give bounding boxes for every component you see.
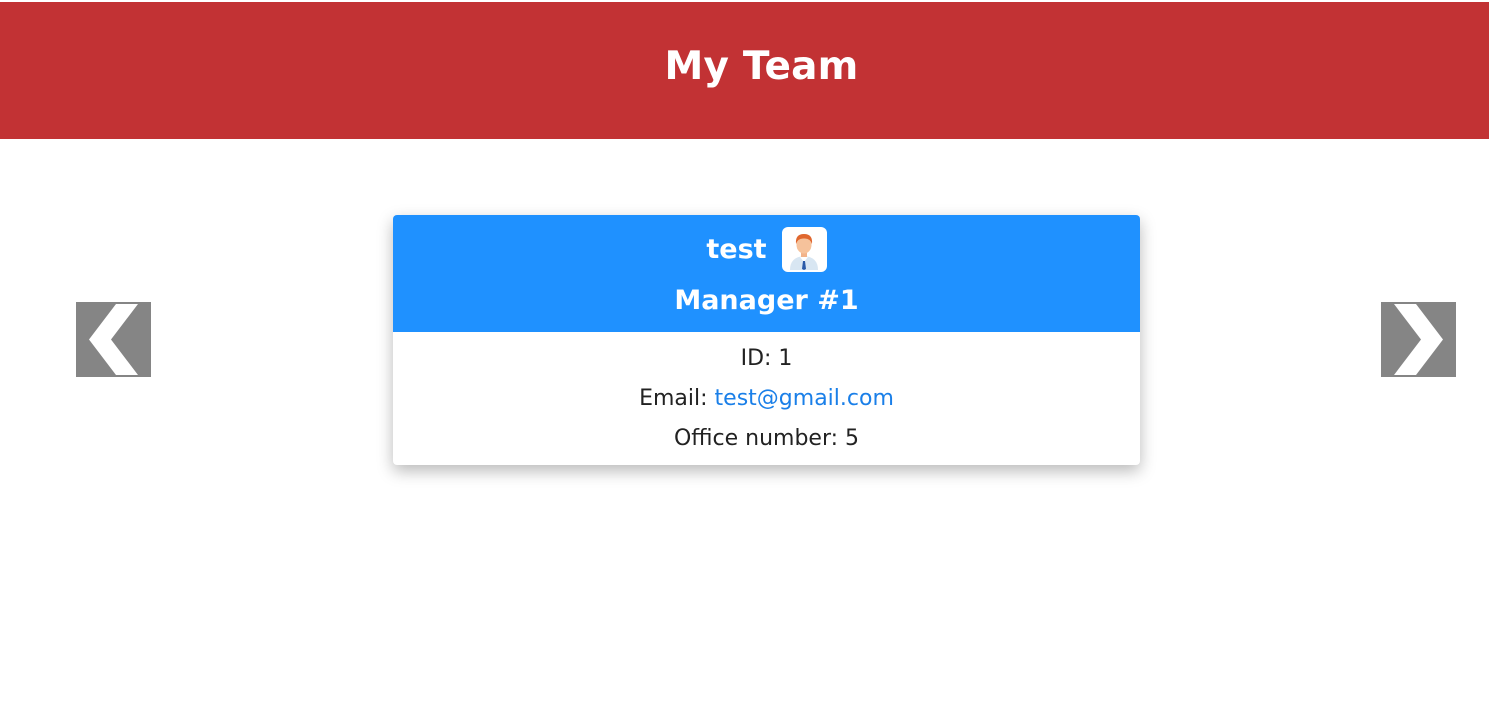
employee-office-line: Office number: 5 bbox=[393, 419, 1140, 459]
carousel-next-button[interactable] bbox=[1381, 302, 1456, 377]
employee-card: test Manager #1 ID: 1 Email: test@gmail.… bbox=[393, 215, 1140, 465]
employee-name: test bbox=[706, 234, 767, 265]
chevron-left-icon bbox=[89, 304, 138, 375]
office-label: Office number: bbox=[673, 426, 839, 451]
card-header: test Manager #1 bbox=[393, 215, 1140, 332]
card-name-row: test bbox=[393, 227, 1140, 272]
email-link[interactable]: test@gmail.com bbox=[715, 386, 894, 411]
page-title: My Team bbox=[664, 44, 859, 89]
employee-id-line: ID: 1 bbox=[393, 339, 1140, 379]
manager-avatar-icon bbox=[781, 227, 827, 272]
employee-email-line: Email: test@gmail.com bbox=[393, 379, 1140, 419]
email-label: Email: bbox=[639, 386, 708, 411]
carousel-prev-button[interactable] bbox=[76, 302, 151, 377]
chevron-right-icon bbox=[1394, 304, 1443, 375]
office-value: 5 bbox=[845, 426, 860, 451]
page-header: My Team bbox=[0, 2, 1489, 139]
id-value: 1 bbox=[778, 346, 793, 371]
id-label: ID: bbox=[740, 346, 772, 371]
card-body: ID: 1 Email: test@gmail.com Office numbe… bbox=[393, 339, 1140, 459]
employee-role: Manager #1 bbox=[674, 285, 859, 316]
